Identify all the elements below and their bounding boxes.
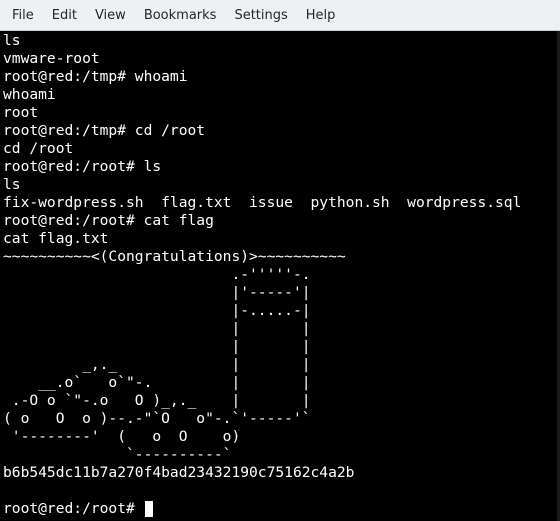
terminal-line: whoami: [3, 86, 56, 103]
ascii-art-line: .-'''''-.: [3, 266, 311, 283]
menu-help[interactable]: Help: [297, 0, 345, 31]
ascii-art-line: | |: [3, 338, 311, 355]
prompt-text: root@red:/root#: [3, 500, 144, 517]
terminal-line: cd /root: [3, 140, 74, 157]
text-cursor: [144, 501, 153, 517]
ascii-art-line: |-.....-|: [3, 302, 311, 319]
terminal-line: ls: [3, 32, 21, 49]
menu-view[interactable]: View: [86, 0, 135, 31]
menu-settings[interactable]: Settings: [225, 0, 296, 31]
menu-file[interactable]: File: [0, 0, 43, 31]
ascii-art-line: | |: [3, 320, 311, 337]
terminal-window: File Edit View Bookmarks Settings Help l…: [0, 0, 560, 521]
terminal-line: root@red:/tmp# whoami: [3, 68, 188, 85]
terminal-line: fix-wordpress.sh flag.txt issue python.s…: [3, 194, 522, 211]
ascii-art-line: __.o` o`"-. | |: [3, 374, 311, 391]
terminal-line: cat flag.txt: [3, 230, 109, 247]
ascii-art-line: '--------' ( o O o): [3, 428, 241, 445]
ascii-art-line: ( o O o )--.-"`O o"-.`'-----'`: [3, 410, 311, 427]
flag-hash: b6b545dc11b7a270f4bad23432190c75162c4a2b: [3, 464, 355, 481]
current-prompt[interactable]: root@red:/root#: [3, 500, 556, 518]
congratulations-banner: ~~~~~~~~~~<(Congratulations)>~~~~~~~~~~: [3, 248, 346, 265]
terminal-line: root@red:/root# cat flag: [3, 212, 214, 229]
terminal-line: root: [3, 104, 39, 121]
ascii-art-line: `----------`: [3, 446, 232, 463]
terminal-line: ls: [3, 176, 21, 193]
ascii-art-line: _,._ | |: [3, 356, 311, 373]
menu-edit[interactable]: Edit: [43, 0, 86, 31]
menu-bookmarks[interactable]: Bookmarks: [135, 0, 226, 31]
terminal-line: root@red:/root# ls: [3, 158, 162, 175]
menu-bar: File Edit View Bookmarks Settings Help: [0, 0, 560, 31]
terminal-output[interactable]: ls vmware-root root@red:/tmp# whoami who…: [0, 31, 556, 521]
terminal-line: root@red:/tmp# cd /root: [3, 122, 206, 139]
terminal-line: vmware-root: [3, 50, 100, 67]
ascii-art-line: .-O o `"-.o O )_,._ | |: [3, 392, 311, 409]
ascii-art-line: |'-----'|: [3, 284, 311, 301]
